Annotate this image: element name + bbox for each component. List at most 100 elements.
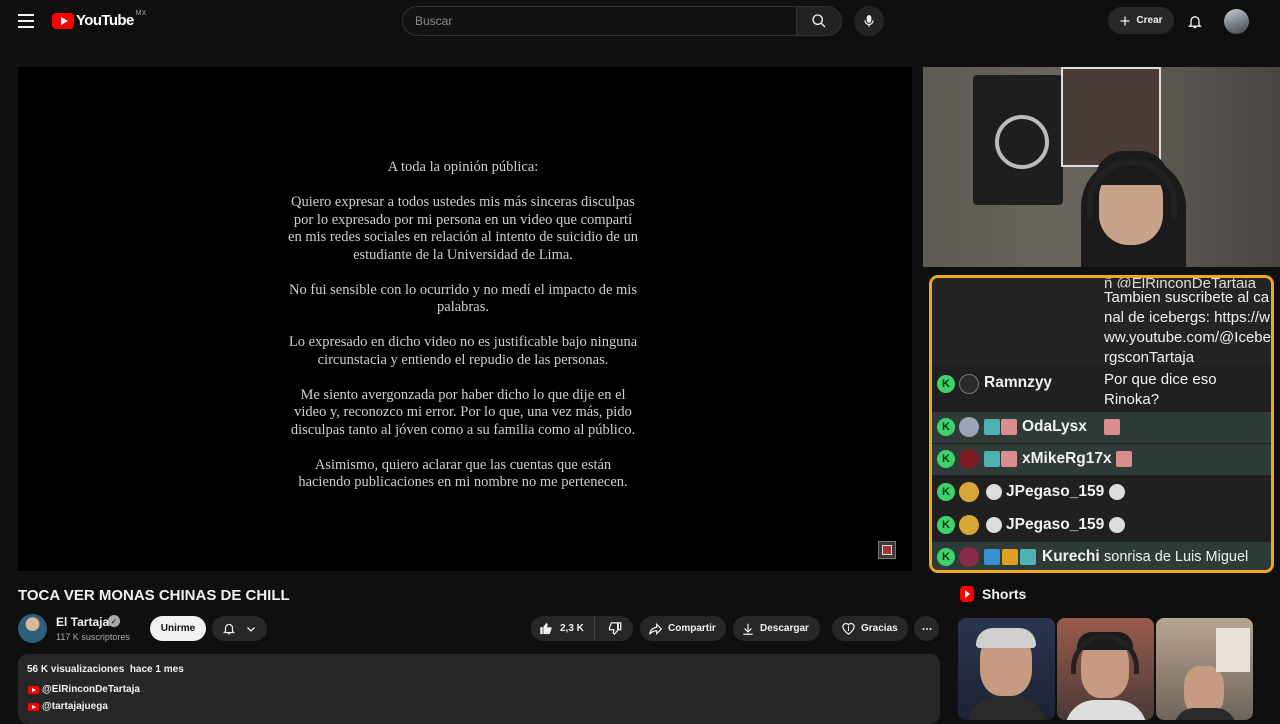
chat-username: Kurechi	[1042, 548, 1100, 565]
create-button[interactable]: Crear	[1108, 7, 1174, 34]
short-thumbnail[interactable]	[1057, 618, 1154, 720]
youtube-play-icon	[52, 12, 74, 29]
thanks-button[interactable]: Gracias	[832, 616, 908, 641]
chat-message: K JPegaso_159	[932, 477, 1271, 508]
letter-paragraph: Me siento avergonzada por haber dicho lo…	[290, 386, 636, 438]
description-link[interactable]: @tartajajuega	[28, 701, 108, 712]
account-avatar[interactable]	[1224, 9, 1249, 34]
logo-text: YouTube	[76, 12, 134, 29]
letter-paragraph: Asimismo, quiero aclarar que las cuentas…	[298, 456, 628, 491]
short-thumbnail[interactable]	[958, 618, 1055, 720]
user-avatar-icon	[959, 515, 979, 535]
short-shirt	[968, 696, 1046, 720]
more-actions-button[interactable]	[914, 616, 939, 641]
letter-paragraph: No fui sensible con lo ocurrido y no med…	[289, 281, 637, 316]
crown-emote-icon	[1002, 549, 1018, 565]
short-thumbnail[interactable]	[1156, 618, 1253, 720]
like-dislike-group: 2,3 K	[531, 616, 633, 641]
short-shirt	[1174, 708, 1236, 720]
verified-icon: ✓	[108, 615, 120, 627]
emote-icon	[1001, 451, 1017, 467]
chat-username: Ramnzyy	[984, 374, 1053, 391]
more-icon	[922, 627, 931, 630]
ghost-emote-icon	[1109, 517, 1125, 533]
share-button[interactable]: Compartir	[640, 616, 726, 641]
dislike-button[interactable]	[595, 616, 633, 641]
emote-icon	[1020, 549, 1036, 565]
shorts-icon	[960, 586, 974, 602]
chat-username: OdaLysx	[1022, 418, 1087, 435]
search-bar	[402, 6, 842, 36]
ghost-emote-icon	[986, 484, 1002, 500]
voice-search-button[interactable]	[854, 6, 884, 36]
streamer-webcam	[923, 67, 1280, 267]
view-count-and-date: 56 K visualizaciones hace 1 mes	[27, 664, 184, 675]
bell-icon	[223, 623, 236, 635]
search-icon	[812, 14, 826, 28]
join-button[interactable]: Unirme	[150, 616, 206, 641]
webcam-poster	[973, 75, 1063, 205]
share-icon	[649, 622, 663, 635]
download-button[interactable]: Descargar	[733, 616, 820, 641]
chat-top-cut: ñ @ElRinconDeTartaja	[1104, 275, 1256, 288]
kick-badge-icon: K	[937, 483, 955, 501]
shorts-header: Shorts	[960, 586, 1026, 602]
channel-avatar[interactable]	[18, 614, 47, 643]
youtube-icon	[28, 702, 39, 711]
chat-message: K OdaLysx	[932, 412, 1271, 443]
plus-icon	[1120, 16, 1130, 25]
user-avatar-icon	[959, 547, 979, 567]
channel-watermark-icon[interactable]	[878, 541, 896, 559]
kick-badge-icon: K	[937, 375, 955, 393]
description-box[interactable]: 56 K visualizaciones hace 1 mes @ElRinco…	[18, 654, 940, 724]
subscriber-count: 117 K suscriptores	[56, 632, 130, 642]
kick-badge-icon: K	[937, 450, 955, 468]
heart-dollar-icon	[842, 622, 855, 635]
search-input[interactable]	[402, 6, 796, 36]
logo-country-code: MX	[135, 10, 147, 17]
chat-text-line: Rinoka?	[1104, 391, 1160, 408]
search-button[interactable]	[796, 6, 842, 36]
like-count: 2,3 K	[560, 623, 584, 634]
thumbs-down-icon	[608, 622, 621, 636]
letter-paragraph: Quiero expresar a todos ustedes mis más …	[288, 194, 638, 263]
chat-text: sonrisa de Luis Miguel	[1104, 549, 1249, 565]
emote-icon	[984, 419, 1000, 435]
bell-icon	[1188, 15, 1202, 28]
top-bar: YouTube MX Crear	[0, 0, 1280, 42]
letter-paragraph: Lo expresado en dicho video no es justif…	[288, 334, 638, 368]
description-link-text: @tartajajuega	[42, 701, 108, 712]
description-link[interactable]: @ElRinconDeTartaja	[28, 684, 140, 695]
user-avatar-icon	[959, 374, 979, 394]
chat-username: JPegaso_159	[1006, 516, 1105, 533]
thumbs-up-icon	[540, 622, 552, 635]
video-player[interactable]: A toda la opinión pública: Quiero expres…	[18, 67, 912, 571]
youtube-logo[interactable]: YouTube MX	[52, 10, 147, 29]
menu-icon[interactable]	[14, 10, 38, 32]
live-chat-overlay: ñ @ElRinconDeTartaja Tambien suscribete …	[929, 275, 1274, 573]
create-label: Crear	[1136, 15, 1163, 26]
emote-icon	[1116, 451, 1132, 467]
short-hair	[976, 628, 1036, 648]
chat-text-line: Por que dice eso	[1104, 371, 1217, 388]
video-title: TOCA VER MONAS CHINAS DE CHILL	[18, 587, 290, 604]
share-label: Compartir	[668, 623, 716, 634]
channel-name[interactable]: El Tartaja	[56, 615, 109, 629]
chat-message: K JPegaso_159	[932, 510, 1271, 541]
apology-letter: A toda la opinión pública: Quiero expres…	[288, 159, 638, 509]
kick-badge-icon: K	[937, 418, 955, 436]
chat-message: K Kurechi sonrisa de Luis Miguel	[932, 542, 1271, 570]
emote-icon	[984, 549, 1000, 565]
emote-icon	[984, 451, 1000, 467]
chat-username: xMikeRg17x	[1022, 450, 1112, 467]
like-button[interactable]: 2,3 K	[531, 616, 595, 641]
subscription-notifications-button[interactable]	[212, 616, 267, 641]
chat-top-body: Tambien suscribete al canal de icebergs:…	[1104, 289, 1271, 366]
user-avatar-icon	[959, 417, 979, 437]
user-avatar-icon	[959, 482, 979, 502]
download-icon	[743, 623, 753, 635]
notifications-button[interactable]	[1184, 10, 1206, 32]
chevron-down-icon	[246, 626, 255, 632]
description-link-text: @ElRinconDeTartaja	[42, 684, 140, 695]
shorts-heading: Shorts	[982, 586, 1027, 602]
